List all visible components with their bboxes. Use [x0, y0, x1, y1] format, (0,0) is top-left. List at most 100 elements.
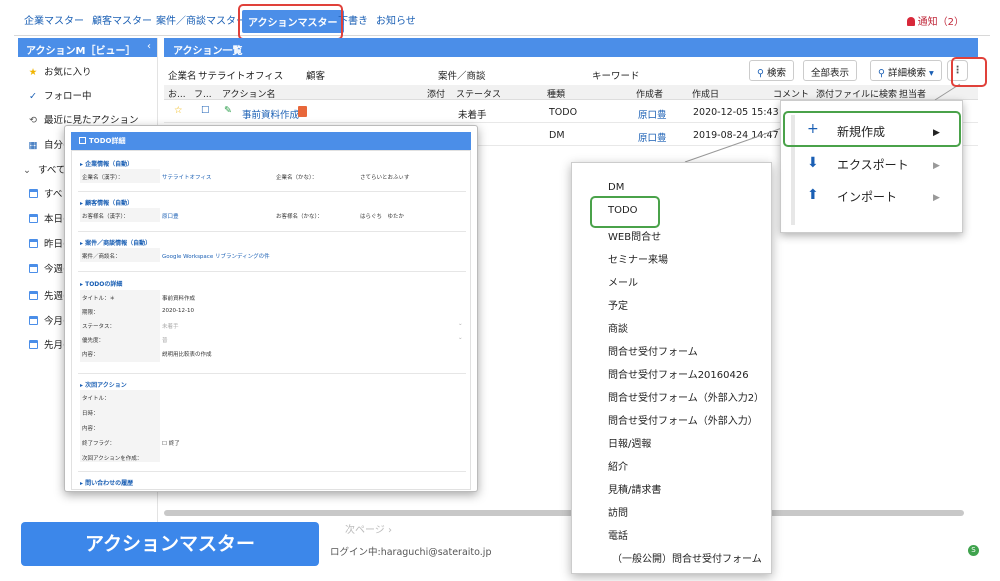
todo-detail-body: ▸ 企業情報（自動） 企業名（漢字）： サテライトオフィス 企業名（かな）： さ… [71, 150, 471, 490]
type-item[interactable]: 見積/請求書 [608, 481, 661, 496]
todo-detail-titlebar: TODO詳細 [71, 132, 471, 150]
column-header[interactable]: 種類 [547, 87, 565, 100]
divider [78, 191, 466, 192]
chevron-down-icon: ⌄ [23, 165, 31, 176]
caption-badge: アクションマスター [21, 522, 319, 566]
notice-link[interactable]: 通知（2） [906, 13, 964, 28]
type-item[interactable]: 商談 [608, 320, 628, 335]
section-company: ▸ 企業情報（自動） [80, 161, 134, 168]
sidebar-item-label: すべ [44, 189, 63, 200]
todo-content-value[interactable]: 説明用比較表の作成 [162, 350, 212, 358]
type-item[interactable]: セミナー来場 [608, 251, 668, 266]
field-label: 内容： [82, 426, 99, 432]
chevron-down-icon: ⌄ [458, 321, 463, 327]
column-header[interactable]: コメント [773, 87, 809, 100]
type-item[interactable]: 問合せ受付フォーム（外部入力2） [608, 389, 764, 404]
tab-company-master[interactable]: 企業マスター [24, 12, 84, 27]
type-item[interactable]: 問合せ受付フォーム20160426 [608, 366, 749, 381]
column-header[interactable]: お... [168, 87, 188, 100]
tab-customer-master[interactable]: 顧客マスター [92, 12, 152, 27]
sidebar-item-label: お気に入り [44, 67, 92, 78]
type-item[interactable]: WEB問合せ [608, 228, 661, 243]
sidebar-item-following[interactable]: ✓ フォロー中 [18, 88, 158, 106]
calendar-icon [26, 340, 40, 351]
type-item[interactable]: 日報/週報 [608, 435, 651, 450]
todo-detail-window: TODO詳細 ▸ 企業情報（自動） 企業名（漢字）： サテライトオフィス 企業名… [64, 125, 478, 492]
sidebar-header: アクションM［ビュー］ ‹ [18, 38, 157, 57]
advanced-search-button[interactable]: ⚲ 詳細検索 ▾ [870, 60, 942, 81]
type-item[interactable]: メール [608, 274, 638, 289]
sidebar-item-favorites[interactable]: ★ お気に入り [18, 64, 158, 82]
sidebar-title: アクションM［ビュー］ [26, 46, 136, 57]
filter-deal-label[interactable]: 案件／商談 [438, 68, 486, 82]
customer-name-value[interactable]: 原口豊 [162, 212, 179, 220]
done-flag-checkbox[interactable]: ☐ 終了 [162, 439, 180, 447]
column-header[interactable]: 作成者 [636, 87, 663, 100]
advanced-search-label: 詳細検索 [888, 68, 927, 79]
type-item[interactable]: 電話 [608, 527, 628, 542]
edit-icon[interactable]: ✎ [224, 105, 232, 116]
calendar-icon [26, 239, 40, 250]
horizontal-scrollbar[interactable] [164, 510, 964, 516]
field-label: 次回アクションを作成： [82, 456, 143, 462]
type-item[interactable]: 訪問 [608, 504, 628, 519]
bell-icon [906, 17, 915, 26]
highlight-kebab-box [951, 57, 987, 87]
todo-status-select[interactable]: 未着手 [162, 322, 179, 330]
type-item[interactable]: DM [608, 182, 624, 193]
field-label: タイトル： [82, 396, 110, 402]
type-item[interactable]: 予定 [608, 297, 628, 312]
menu-item-label: インポート [837, 190, 898, 204]
show-all-button[interactable]: 全部表示 [803, 60, 858, 81]
deal-name-value[interactable]: Google Workspace リブランディングの件 [162, 252, 270, 260]
column-header[interactable]: ステータス [456, 87, 501, 100]
column-header[interactable]: 作成日 [692, 87, 719, 100]
column-header[interactable]: 添付ファイルに検索 [816, 87, 897, 100]
notice-label: 通知（2） [917, 17, 964, 28]
field-label: タイトル：＊ [82, 296, 116, 302]
type-item[interactable]: （一般公開）問合せ受付フォーム [612, 550, 762, 565]
collapse-icon[interactable]: ‹ [147, 41, 151, 52]
search-icon: ⚲ [757, 68, 764, 79]
divider [78, 471, 466, 472]
column-header[interactable]: アクション名 [222, 87, 276, 100]
sidebar-item-label: フォロー中 [44, 91, 92, 102]
search-button[interactable]: ⚲ 検索 [749, 60, 795, 81]
todo-title-value[interactable]: 事前資料作成 [162, 294, 195, 302]
customer-kana-value: はらぐち ゆたか [360, 214, 405, 220]
column-header[interactable]: 添付 [427, 87, 445, 100]
filter-company-value[interactable]: サテライトオフィス [198, 68, 283, 82]
tab-deal-master[interactable]: 案件／商談マスター [156, 12, 246, 27]
next-page-button[interactable]: 次ページ › [345, 521, 392, 536]
section-inquiry-history[interactable]: ▸ 問い合わせの履歴 [80, 478, 133, 487]
divider [78, 373, 466, 374]
filter-customer-label[interactable]: 顧客 [306, 68, 325, 82]
column-header[interactable]: フ... [194, 87, 214, 100]
field-label: 企業名（漢字）： [82, 175, 124, 181]
status-logo-icon: S [968, 545, 979, 556]
action-name-link[interactable]: 事前資料作成 [242, 107, 299, 121]
creator-link[interactable]: 原口豊 [638, 130, 667, 144]
creator-link[interactable]: 原口豊 [638, 107, 667, 121]
column-header[interactable]: 担当者 [899, 87, 929, 100]
type-item[interactable]: 問合せ受付フォーム（外部入力） [608, 412, 758, 427]
type-item[interactable]: 問合せ受付フォーム [608, 343, 698, 358]
login-status: ログイン中:haraguchi@sateraito.jp [330, 547, 492, 558]
todo-priority-select[interactable]: 普 [162, 336, 168, 344]
highlight-new-box [783, 111, 961, 147]
follow-checkbox[interactable]: ☐ [201, 105, 210, 116]
field-label: 日時： [82, 411, 99, 417]
todo-due-value[interactable]: 2020-12-10 [162, 308, 194, 314]
filter-keyword-label[interactable]: キーワード [592, 68, 640, 82]
date-cell: 2019-08-24 14:47 [693, 130, 779, 141]
favorite-star-icon[interactable]: ☆ [174, 105, 183, 116]
upload-icon: ⬆ [807, 187, 819, 203]
field-label: 優先度： [82, 338, 105, 344]
field-label: ステータス： [82, 324, 116, 330]
tab-notices[interactable]: お知らせ [376, 12, 416, 27]
field-label: お客様名（かな）： [276, 214, 323, 220]
type-item[interactable]: 紹介 [608, 458, 628, 473]
field-label: 終了フラグ： [82, 441, 116, 447]
company-name-value[interactable]: サテライトオフィス [162, 173, 211, 181]
calendar-icon [26, 291, 40, 302]
